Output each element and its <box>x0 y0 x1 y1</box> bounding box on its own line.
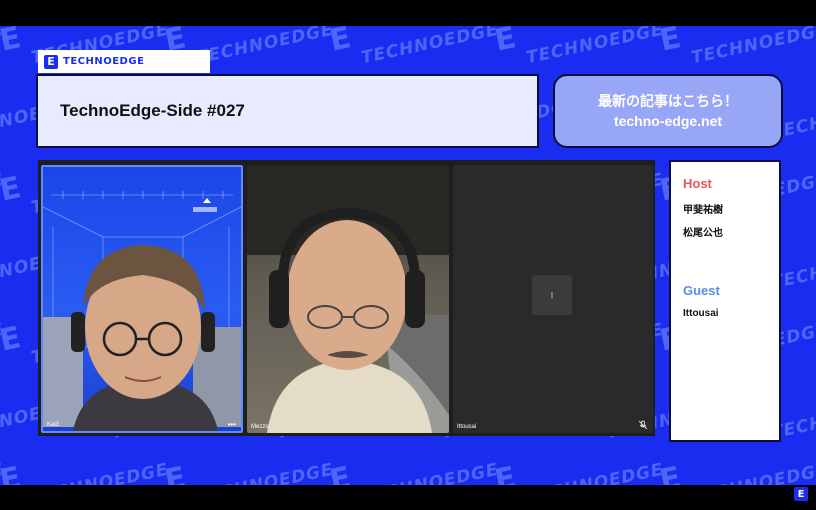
watermark-text: TECHNOEDGE <box>689 459 816 485</box>
guest-heading: Guest <box>683 283 720 298</box>
avatar-initial: I <box>550 290 554 300</box>
host-name: 松尾公也 <box>683 228 723 239</box>
watermark-text: TECHNOEDGE <box>524 26 666 69</box>
guest-name: Ittousai <box>683 308 719 319</box>
video-tile-mezzo[interactable]: Mezzo <box>247 165 449 433</box>
watermark-logo-icon: E <box>656 460 684 485</box>
watermark-logo-icon: E <box>0 460 24 485</box>
watermark-text: TECHNOEDGE <box>689 26 816 69</box>
watermark-text: TECHNOEDGE <box>359 26 501 69</box>
more-icon[interactable]: ••• <box>228 420 236 429</box>
technoedge-logo-icon: E <box>44 54 58 69</box>
cast-panel: Host 甲斐祐樹 松尾公也 Guest Ittousai <box>669 160 781 442</box>
watermark-logo-icon: E <box>0 26 24 59</box>
participant-video-mezzo <box>247 165 449 433</box>
watermark-text: TECHNOEDGE <box>194 26 336 69</box>
logo-tab: E TECHNOEDGE <box>38 50 210 73</box>
watermark-logo-icon: E <box>491 26 519 59</box>
host-heading: Host <box>683 176 712 191</box>
video-tile-kai3[interactable]: Kai3 ••• <box>41 165 243 433</box>
watermark-logo-icon: E <box>0 320 24 359</box>
watermark-logo-icon: E <box>0 170 24 209</box>
mic-off-icon[interactable] <box>638 420 648 430</box>
logo-text: TECHNOEDGE <box>63 56 145 67</box>
watermark-text: TECHNOEDGE <box>359 459 501 485</box>
participant-avatar-placeholder: I <box>532 275 572 315</box>
watermark-logo-icon: E <box>326 460 354 485</box>
site-link-caption: 最新の記事はこちら！ <box>598 93 738 109</box>
watermark-logo-icon: E <box>656 26 684 59</box>
episode-title: TechnoEdge-Side #027 <box>60 101 245 120</box>
participant-video-kai3 <box>43 245 241 431</box>
watermark-text: TECHNOEDGE <box>524 459 666 485</box>
participant-name-kai3: Kai3 <box>47 422 60 428</box>
watermark-text: TECHNOEDGE <box>194 459 336 485</box>
watermark-logo-icon: E <box>161 460 189 485</box>
site-link-box: 最新の記事はこちら！ techno-edge.net <box>553 74 783 148</box>
watermark-logo-icon: E <box>326 26 354 59</box>
participant-name-mezzo: Mezzo <box>251 424 269 430</box>
watermark-text: TECHNOEDGE <box>29 459 171 485</box>
video-tile-ittousai[interactable]: I Ittousai <box>453 165 653 433</box>
watermark-logo-icon: E <box>491 460 519 485</box>
site-link-url: techno-edge.net <box>613 113 723 129</box>
technoedge-corner-logo-icon: E <box>794 487 808 501</box>
host-name: 甲斐祐樹 <box>683 205 723 216</box>
stream-background: ETECHNOEDGEETECHNOEDGEETECHNOEDGEETECHNO… <box>0 26 816 485</box>
participant-name-ittousai: Ittousai <box>457 424 477 430</box>
episode-title-box: TechnoEdge-Side #027 <box>36 74 539 148</box>
video-call-area: Kai3 ••• Mezzo I Ittousai <box>38 160 655 436</box>
